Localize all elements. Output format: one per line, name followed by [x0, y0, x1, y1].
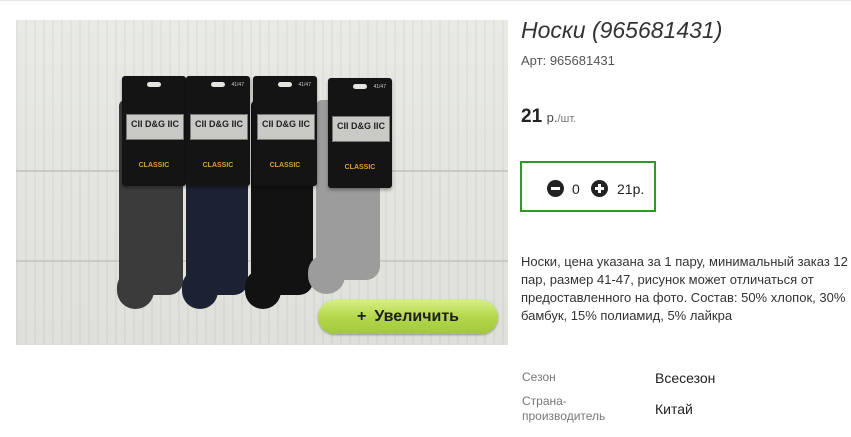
- quantity-selector: 0 21р.: [520, 161, 656, 212]
- sku-label: Арт:: [521, 53, 547, 68]
- property-key: Сезон: [522, 370, 556, 384]
- brand-text: CII D&G IIC: [336, 121, 385, 131]
- minus-icon[interactable]: [547, 180, 564, 197]
- brand-text: CII D&G IIC: [130, 119, 179, 129]
- product-price: 21 р./шт.: [521, 106, 576, 128]
- brand-text: CII D&G IIC: [194, 119, 243, 129]
- quantity-value[interactable]: 0: [572, 181, 580, 197]
- product-photo[interactable]: CII D&G IIC CLASSIC 41/47 CII D&G IIC CL…: [16, 20, 508, 345]
- size-text: 41/47: [298, 82, 311, 88]
- price-currency: р.: [546, 110, 558, 125]
- plus-icon[interactable]: [591, 180, 608, 197]
- label-card: CII D&G IIC CLASSIC: [122, 76, 186, 186]
- product-sku: Арт: 965681431: [521, 53, 615, 68]
- property-value: Китай: [655, 401, 693, 417]
- sku-value: 965681431: [549, 53, 615, 68]
- label-card: 41/47 CII D&G IIC CLASSIC: [253, 76, 317, 186]
- classic-text: CLASSIC: [269, 162, 301, 169]
- label-card: 41/47 CII D&G IIC CLASSIC: [186, 76, 250, 186]
- quantity-total: 21р.: [617, 181, 645, 197]
- property-value: Всесезон: [655, 370, 716, 386]
- size-text: 41/47: [373, 84, 386, 90]
- zoom-button-label: Увеличить: [374, 308, 459, 325]
- brand-text: CII D&G IIC: [261, 119, 310, 129]
- product-description: Носки, цена указана за 1 пару, минимальн…: [521, 254, 848, 323]
- size-text: 41/47: [231, 82, 244, 88]
- classic-text: CLASSIC: [344, 164, 376, 171]
- price-value: 21: [521, 106, 543, 127]
- classic-text: CLASSIC: [138, 162, 170, 169]
- zoom-button[interactable]: + Увеличить: [318, 300, 498, 334]
- property-key: Страна-производитель: [522, 394, 606, 423]
- price-unit: /шт.: [557, 113, 577, 125]
- label-card: 41/47 CII D&G IIC CLASSIC: [328, 78, 392, 188]
- product-title: Носки (965681431): [521, 17, 723, 43]
- top-divider: [0, 0, 851, 1]
- classic-text: CLASSIC: [202, 162, 234, 169]
- plus-icon: +: [356, 308, 367, 325]
